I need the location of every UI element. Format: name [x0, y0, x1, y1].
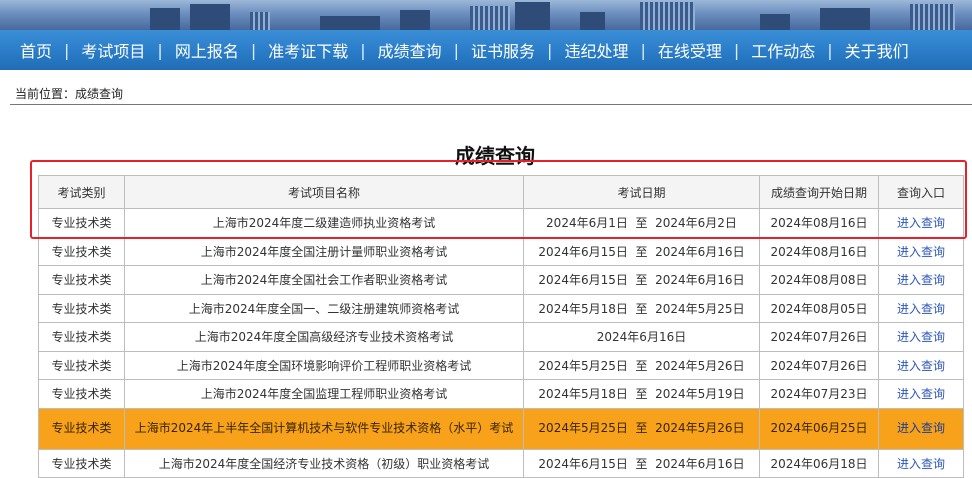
- cell-entry: 进入查询: [878, 236, 964, 266]
- cell-category: 专业技术类: [38, 265, 125, 295]
- column-header-entry: 查询入口: [878, 175, 964, 209]
- nav-separator: |: [733, 40, 740, 60]
- cell-exam-date: 2024年5月18日 至 2024年5月25日: [523, 293, 760, 323]
- nav-item-online-acceptance[interactable]: 在线受理: [658, 38, 722, 62]
- table-row: 专业技术类 上海市2024年度全国注册计量师职业资格考试 2024年6月15日 …: [38, 236, 964, 266]
- nav-separator: |: [547, 40, 553, 60]
- cell-exam-date: 2024年6月1日 至 2024年6月2日: [523, 208, 760, 238]
- main-nav: 首页 | 考试项目 | 网上报名 | 准考证下载 | 成绩查询 | 证书服务 |…: [0, 30, 972, 70]
- cell-exam-date: 2024年5月18日 至 2024年5月19日: [523, 379, 760, 409]
- nav-separator: |: [827, 40, 833, 60]
- enter-query-link[interactable]: 进入查询: [897, 359, 945, 373]
- nav-item-certificate-service[interactable]: 证书服务: [471, 38, 535, 62]
- nav-separator: |: [64, 40, 70, 60]
- nav-item-score-query[interactable]: 成绩查询: [378, 38, 442, 62]
- cell-exam-name: 上海市2024年度全国环境影响评价工程师职业资格考试: [124, 350, 524, 380]
- nav-item-admission-ticket[interactable]: 准考证下载: [268, 38, 348, 62]
- cell-entry: 进入查询: [878, 208, 964, 238]
- enter-query-link[interactable]: 进入查询: [897, 245, 945, 259]
- cell-entry: 进入查询: [878, 448, 964, 478]
- nav-item-violation-handling[interactable]: 违纪处理: [564, 38, 628, 62]
- cell-query-start: 2024年07月26日: [759, 350, 879, 380]
- column-header-exam-name: 考试项目名称: [124, 175, 524, 209]
- cell-entry: 进入查询: [878, 379, 964, 409]
- nav-separator: |: [360, 40, 366, 60]
- cell-entry: 进入查询: [878, 407, 964, 450]
- cell-entry: 进入查询: [878, 293, 964, 323]
- cell-exam-name: 上海市2024年度全国注册计量师职业资格考试: [124, 236, 524, 266]
- nav-item-about-us[interactable]: 关于我们: [845, 38, 909, 62]
- table-row: 专业技术类 上海市2024年度全国经济专业技术资格（初级）职业资格考试 2024…: [38, 448, 964, 478]
- nav-separator: |: [157, 40, 163, 60]
- cell-exam-date: 2024年5月25日 至 2024年5月26日: [523, 407, 760, 450]
- table-row: 专业技术类 上海市2024年度全国社会工作者职业资格考试 2024年6月15日 …: [38, 265, 964, 295]
- cell-query-start: 2024年08月05日: [759, 293, 879, 323]
- table-row: 专业技术类 上海市2024年度二级建造师执业资格考试 2024年6月1日 至 2…: [38, 208, 964, 238]
- cell-exam-date: 2024年5月25日 至 2024年5月26日: [523, 350, 760, 380]
- breadcrumb-divider: [10, 104, 972, 105]
- cell-entry: 进入查询: [878, 350, 964, 380]
- cell-exam-name: 上海市2024年度全国监理工程师职业资格考试: [124, 379, 524, 409]
- cell-category: 专业技术类: [38, 350, 125, 380]
- cell-entry: 进入查询: [878, 265, 964, 295]
- cell-category: 专业技术类: [38, 379, 125, 409]
- table-row-highlighted: 专业技术类 上海市2024年上半年全国计算机技术与软件专业技术资格（水平）考试 …: [38, 407, 964, 450]
- cell-exam-date: 2024年6月15日 至 2024年6月16日: [523, 265, 760, 295]
- cell-query-start: 2024年06月18日: [759, 448, 879, 478]
- nav-separator: |: [250, 40, 257, 60]
- table-header-row: 考试类别 考试项目名称 考试日期 成绩查询开始日期 查询入口: [38, 175, 964, 209]
- cell-category: 专业技术类: [38, 236, 125, 266]
- column-header-category: 考试类别: [38, 175, 125, 209]
- cell-query-start: 2024年06月25日: [759, 407, 879, 450]
- cell-exam-date: 2024年6月16日: [523, 322, 760, 352]
- nav-separator: |: [453, 40, 460, 60]
- table-row: 专业技术类 上海市2024年度全国环境影响评价工程师职业资格考试 2024年5月…: [38, 350, 964, 380]
- enter-query-link[interactable]: 进入查询: [897, 273, 945, 287]
- cell-exam-name: 上海市2024年度全国经济专业技术资格（初级）职业资格考试: [124, 448, 524, 478]
- cell-category: 专业技术类: [38, 407, 125, 450]
- table-row: 专业技术类 上海市2024年度全国一、二级注册建筑师资格考试 2024年5月18…: [38, 293, 964, 323]
- header-banner: [0, 0, 972, 30]
- enter-query-link[interactable]: 进入查询: [897, 302, 945, 316]
- cell-exam-date: 2024年6月15日 至 2024年6月16日: [523, 236, 760, 266]
- nav-separator: |: [640, 40, 646, 60]
- enter-query-link[interactable]: 进入查询: [897, 216, 945, 230]
- table-row: 专业技术类 上海市2024年度全国高级经济专业技术资格考试 2024年6月16日…: [38, 322, 964, 352]
- cell-exam-name: 上海市2024年度全国社会工作者职业资格考试: [124, 265, 524, 295]
- cell-entry: 进入查询: [878, 322, 964, 352]
- score-query-table: 考试类别 考试项目名称 考试日期 成绩查询开始日期 查询入口 专业技术类 上海市…: [38, 175, 964, 478]
- column-header-query-start: 成绩查询开始日期: [759, 175, 879, 209]
- cell-query-start: 2024年08月16日: [759, 236, 879, 266]
- breadcrumb: 当前位置：成绩查询: [15, 87, 124, 101]
- table-row: 专业技术类 上海市2024年度全国监理工程师职业资格考试 2024年5月18日 …: [38, 379, 964, 409]
- cell-exam-date: 2024年6月15日 至 2024年6月16日: [523, 448, 760, 478]
- cell-query-start: 2024年07月26日: [759, 322, 879, 352]
- enter-query-link[interactable]: 进入查询: [897, 421, 945, 435]
- cell-category: 专业技术类: [38, 322, 125, 352]
- cell-category: 专业技术类: [38, 293, 125, 323]
- cell-exam-name: 上海市2024年度全国一、二级注册建筑师资格考试: [124, 293, 524, 323]
- page-title: 成绩查询: [455, 144, 535, 168]
- enter-query-link[interactable]: 进入查询: [897, 387, 945, 401]
- cell-exam-name: 上海市2024年度全国高级经济专业技术资格考试: [124, 322, 524, 352]
- cell-query-start: 2024年08月16日: [759, 208, 879, 238]
- nav-item-exam-projects[interactable]: 考试项目: [81, 38, 145, 62]
- column-header-exam-date: 考试日期: [523, 175, 760, 209]
- nav-item-online-registration[interactable]: 网上报名: [175, 38, 239, 62]
- enter-query-link[interactable]: 进入查询: [897, 330, 945, 344]
- cell-category: 专业技术类: [38, 208, 125, 238]
- cell-query-start: 2024年08月08日: [759, 265, 879, 295]
- nav-item-work-news[interactable]: 工作动态: [751, 38, 815, 62]
- cell-query-start: 2024年07月23日: [759, 379, 879, 409]
- cell-category: 专业技术类: [38, 448, 125, 478]
- cell-exam-name: 上海市2024年上半年全国计算机技术与软件专业技术资格（水平）考试: [124, 407, 524, 450]
- cell-exam-name: 上海市2024年度二级建造师执业资格考试: [124, 208, 524, 238]
- nav-item-home[interactable]: 首页: [20, 38, 52, 62]
